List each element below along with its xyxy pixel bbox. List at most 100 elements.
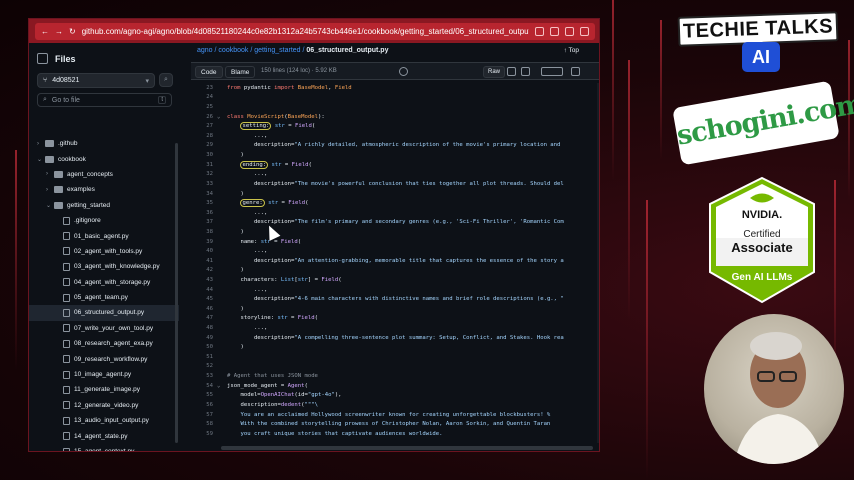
line-number[interactable]: 59 (191, 431, 217, 437)
tree-item-label: 11_generate_image.py (74, 386, 141, 394)
tree-file[interactable]: 05_agent_team.py (29, 290, 179, 305)
line-number[interactable]: 44 (191, 287, 217, 293)
line-number[interactable]: 54 (191, 383, 217, 389)
search-button[interactable]: ⌕ (159, 73, 173, 87)
line-number[interactable]: 40 (191, 248, 217, 254)
tree-file[interactable]: 15_agent_context.py (29, 444, 179, 451)
line-number[interactable]: 36 (191, 210, 217, 216)
tree-file[interactable]: 08_research_agent_exa.py (29, 336, 179, 351)
collapse-sidebar-icon[interactable] (37, 53, 48, 64)
tree-file[interactable]: 07_write_your_own_tool.py (29, 321, 179, 336)
tree-file[interactable]: 14_agent_state.py (29, 428, 179, 443)
line-number[interactable]: 53 (191, 373, 217, 379)
tree-folder[interactable]: ⌄ getting_started (29, 198, 179, 213)
tree-item-label: 03_agent_with_knowledge.py (74, 263, 160, 271)
tree-file[interactable]: 11_generate_image.py (29, 382, 179, 397)
line-number[interactable]: 35 (191, 200, 217, 206)
line-number[interactable]: 23 (191, 85, 217, 91)
line-number[interactable]: 46 (191, 306, 217, 312)
tree-folder[interactable]: ⌄ cookbook (29, 151, 179, 166)
profile-icon[interactable] (565, 27, 574, 36)
blame-tab[interactable]: Blame (225, 66, 256, 78)
tree-file[interactable]: 12_generate_video.py (29, 398, 179, 413)
menu-icon[interactable] (580, 27, 589, 36)
line-number[interactable]: 38 (191, 229, 217, 235)
line-number[interactable]: 50 (191, 344, 217, 350)
line-number[interactable]: 57 (191, 412, 217, 418)
line-number[interactable]: 32 (191, 171, 217, 177)
extension-icon[interactable] (535, 27, 544, 36)
code-tab[interactable]: Code (195, 66, 223, 78)
file-icon (63, 262, 70, 271)
line-number[interactable]: 47 (191, 315, 217, 321)
code-line: 59 you craft unique stories that captiva… (191, 429, 596, 439)
tree-item-label: .gitignore (74, 217, 101, 225)
download-icon[interactable] (521, 67, 530, 76)
breadcrumb-repo[interactable]: agno (197, 47, 213, 54)
back-icon[interactable]: ← (41, 27, 49, 36)
line-number[interactable]: 29 (191, 142, 217, 148)
line-number[interactable]: 49 (191, 335, 217, 341)
line-number[interactable]: 45 (191, 296, 217, 302)
line-number[interactable]: 28 (191, 133, 217, 139)
file-icon (63, 308, 70, 317)
forward-icon[interactable]: → (55, 27, 63, 36)
line-number[interactable]: 31 (191, 162, 217, 168)
reload-icon[interactable]: ↻ (69, 27, 76, 36)
code-line: 44 ..., (191, 285, 596, 295)
symbols-icon[interactable] (571, 67, 580, 76)
tree-file[interactable]: 09_research_workflow.py (29, 351, 179, 366)
line-number[interactable]: 39 (191, 239, 217, 245)
code-horizontal-scrollbar[interactable] (221, 446, 593, 450)
line-number[interactable]: 42 (191, 267, 217, 273)
line-number[interactable]: 51 (191, 354, 217, 360)
line-number[interactable]: 37 (191, 219, 217, 225)
copy-icon[interactable] (507, 67, 516, 76)
code-vertical-scrollbar[interactable] (597, 83, 599, 443)
tree-folder[interactable]: › .github (29, 136, 179, 151)
tree-file[interactable]: 13_audio_input_output.py (29, 413, 179, 428)
certified-text: Certified (743, 229, 780, 240)
code-text: genre: str = Field( (240, 199, 309, 208)
go-to-file-input[interactable]: ⌕ Go to file t (37, 93, 172, 107)
tree-file[interactable]: .gitignore (29, 213, 179, 228)
line-number[interactable]: 56 (191, 402, 217, 408)
tree-file[interactable]: 01_basic_agent.py (29, 228, 179, 243)
tree-file[interactable]: 03_agent_with_knowledge.py (29, 259, 179, 274)
address-bar[interactable]: ← → ↻ github.com/agno-agi/agno/blob/4d08… (35, 23, 595, 40)
line-number[interactable]: 33 (191, 181, 217, 187)
tree-folder[interactable]: › agent_concepts (29, 167, 179, 182)
sidebar-scrollbar[interactable] (175, 143, 178, 443)
branch-selector[interactable]: ⑂ 4d08521 ▾ (37, 73, 155, 88)
fold-toggle-icon[interactable]: ⌄ (217, 114, 227, 120)
line-number[interactable]: 34 (191, 191, 217, 197)
top-button[interactable]: ↑ Top (564, 47, 579, 54)
line-number[interactable]: 58 (191, 421, 217, 427)
bookmark-icon[interactable] (550, 27, 559, 36)
line-number[interactable]: 26 (191, 114, 217, 120)
tree-file[interactable]: 04_agent_with_storage.py (29, 275, 179, 290)
tree-folder[interactable]: › examples (29, 182, 179, 197)
edit-icon[interactable] (541, 67, 563, 76)
fold-toggle-icon[interactable]: ⌄ (217, 383, 227, 389)
info-icon[interactable] (399, 67, 408, 76)
line-number[interactable]: 48 (191, 325, 217, 331)
line-number[interactable]: 30 (191, 152, 217, 158)
line-number[interactable]: 27 (191, 123, 217, 129)
tree-file[interactable]: 06_structured_output.py (29, 305, 179, 321)
tree-file[interactable]: 10_image_agent.py (29, 367, 179, 382)
line-number[interactable]: 41 (191, 258, 217, 264)
line-number[interactable]: 24 (191, 94, 217, 100)
code-line: 49 description="A compelling three-sente… (191, 333, 596, 343)
raw-button[interactable]: Raw (483, 66, 506, 78)
breadcrumb-getting-started[interactable]: getting_started (254, 47, 300, 54)
line-number[interactable]: 25 (191, 104, 217, 110)
line-number[interactable]: 52 (191, 363, 217, 369)
url-text[interactable]: github.com/agno-agi/agno/blob/4d08521180… (82, 27, 529, 36)
breadcrumb-cookbook[interactable]: cookbook (218, 47, 248, 54)
tree-file[interactable]: 02_agent_with_tools.py (29, 244, 179, 259)
code-line: 27 setting: str = Field( (191, 121, 596, 131)
line-number[interactable]: 55 (191, 392, 217, 398)
line-number[interactable]: 43 (191, 277, 217, 283)
tree-item-label: 09_research_workflow.py (74, 355, 148, 363)
